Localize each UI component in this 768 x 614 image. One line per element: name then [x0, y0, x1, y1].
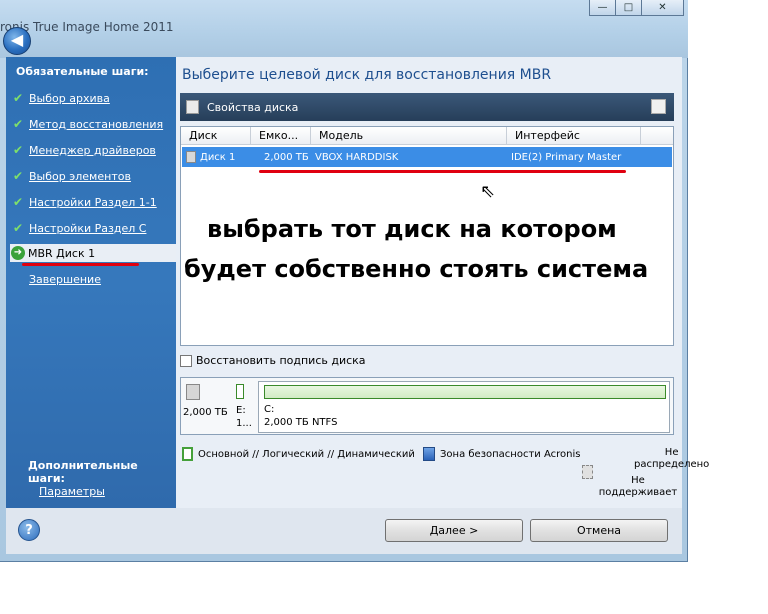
column-spacer [641, 127, 673, 144]
legend-unsupported: Не поддерживает [598, 475, 678, 499]
legend-unallocated: Не распределено [634, 447, 709, 471]
partition-c-info: 2,000 ТБ NTFS [264, 417, 338, 428]
row-interface: IDE(2) Primary Master [511, 151, 622, 163]
column-interface[interactable]: Интерфейс [507, 127, 641, 144]
column-disk[interactable]: Диск [181, 127, 251, 144]
annotation-underline-row [259, 170, 626, 173]
restore-signature-option[interactable]: Восстановить подпись диска [180, 354, 366, 367]
disk-properties-label: Свойства диска [207, 101, 299, 114]
partition-e-bar[interactable] [236, 384, 244, 399]
row-model: VBOX HARDDISK [315, 151, 399, 163]
legend-primary: Основной // Логический // Динамический [182, 447, 415, 461]
column-capacity[interactable]: Емко... [251, 127, 311, 144]
page-title: Выберите целевой диск для восстановления… [182, 67, 552, 83]
partition-e-size: 1... [236, 418, 252, 429]
step-label: Выбор архива [29, 91, 110, 105]
maximize-button[interactable]: □ [615, 0, 642, 16]
step-label: Настройки Раздел 1-1 [29, 195, 157, 209]
partition-c-label: C: [264, 404, 275, 415]
legend-unallocated-line1: Не [664, 447, 679, 458]
acronis-zone-icon [423, 447, 435, 461]
help-button[interactable]: ? [18, 519, 40, 541]
disk-table: Диск Емко... Модель Интерфейс Диск 1 2,0… [180, 126, 674, 346]
back-button[interactable]: ◀ [3, 27, 31, 55]
step-label: Менеджер драйверов [29, 143, 156, 157]
step-partition-c-settings[interactable]: ✔ Настройки Раздел C [10, 219, 172, 237]
step-label: Завершение [29, 272, 101, 286]
step-select-archive[interactable]: ✔ Выбор архива [10, 89, 172, 107]
disk-properties-bar[interactable]: Свойства диска [180, 93, 674, 121]
legend-primary-label: Основной // Логический // Динамический [198, 448, 415, 460]
mouse-cursor-icon: ⇖ [480, 181, 496, 202]
hard-disk-icon [186, 151, 196, 163]
annotation-text-line1: выбрать тот диск на котором [207, 215, 617, 243]
check-icon: ✔ [12, 91, 24, 105]
annotation-text-line2: будет собственно стоять система [184, 255, 649, 283]
row-capacity: 2,000 ТБ [264, 151, 309, 163]
wizard-sidebar: Обязательные шаги: ✔ Выбор архива ✔ Мето… [6, 57, 176, 508]
hard-disk-icon [186, 384, 200, 400]
step-label: Настройки Раздел C [29, 221, 147, 235]
restore-signature-label: Восстановить подпись диска [196, 354, 366, 367]
step-label: Метод восстановления [29, 117, 164, 131]
check-icon: ✔ [12, 195, 24, 209]
cancel-button[interactable]: Отмена [530, 519, 668, 542]
unallocated-icon [582, 465, 593, 479]
check-icon: ✔ [12, 117, 24, 131]
main-panel: Выберите целевой диск для восстановления… [176, 57, 709, 508]
optional-steps-header: Дополнительные шаги: [28, 459, 138, 485]
minimize-button[interactable]: — [589, 0, 616, 16]
step-restore-method[interactable]: ✔ Метод восстановления [10, 115, 172, 133]
legend-unsupported-line2: поддерживает [598, 487, 678, 498]
toolbar-options-icon[interactable] [651, 99, 666, 114]
legend-unsupported-line1: Не [631, 475, 645, 486]
disk-map-size: 2,000 ТБ [183, 407, 228, 418]
next-button[interactable]: Далее > [385, 519, 523, 542]
table-header: Диск Емко... Модель Интерфейс [181, 127, 673, 145]
partition-c[interactable]: C: 2,000 ТБ NTFS [258, 381, 670, 433]
legend-acronis-label: Зона безопасности Acronis [440, 448, 581, 460]
step-finish[interactable]: Завершение [10, 270, 172, 288]
primary-partition-icon [182, 447, 193, 461]
title-bar: ronis True Image Home 2011 ◀ — □ ✕ [0, 0, 688, 58]
step-select-items[interactable]: ✔ Выбор элементов [10, 167, 172, 185]
required-steps-header: Обязательные шаги: [16, 65, 149, 78]
partition-e-label: E: [236, 405, 246, 416]
row-disk-name: Диск 1 [200, 152, 236, 163]
legend-unallocated-line2: распределено [634, 459, 710, 470]
table-row[interactable]: Диск 1 2,000 ТБ VBOX HARDDISK IDE(2) Pri… [182, 147, 672, 167]
app-window: ronis True Image Home 2011 ◀ — □ ✕ Обяза… [0, 0, 709, 562]
parameters-link[interactable]: Параметры [39, 485, 105, 498]
check-icon: ✔ [12, 143, 24, 157]
legend-acronis: Зона безопасности Acronis [423, 447, 580, 461]
step-partition-1-1-settings[interactable]: ✔ Настройки Раздел 1-1 [10, 193, 172, 211]
step-label: Выбор элементов [29, 169, 131, 183]
partition-c-bar [264, 385, 666, 399]
arrow-right-icon: ➜ [11, 246, 25, 260]
step-driver-manager[interactable]: ✔ Менеджер драйверов [10, 141, 172, 159]
disk-map: 2,000 ТБ E: 1... C: 2,000 ТБ NTFS [180, 377, 674, 435]
close-button[interactable]: ✕ [641, 0, 684, 16]
bottom-bar: ? Далее > Отмена [6, 508, 682, 554]
window-controls: — □ ✕ [589, 0, 684, 16]
step-label: MBR Диск 1 [28, 246, 96, 260]
restore-signature-checkbox[interactable] [180, 354, 192, 367]
check-icon: ✔ [12, 169, 24, 183]
check-icon: ✔ [12, 221, 24, 235]
properties-icon [186, 100, 199, 114]
step-mbr-disk-1[interactable]: ➜ MBR Диск 1 [10, 244, 176, 262]
annotation-underline-step [22, 263, 139, 266]
column-model[interactable]: Модель [311, 127, 507, 144]
